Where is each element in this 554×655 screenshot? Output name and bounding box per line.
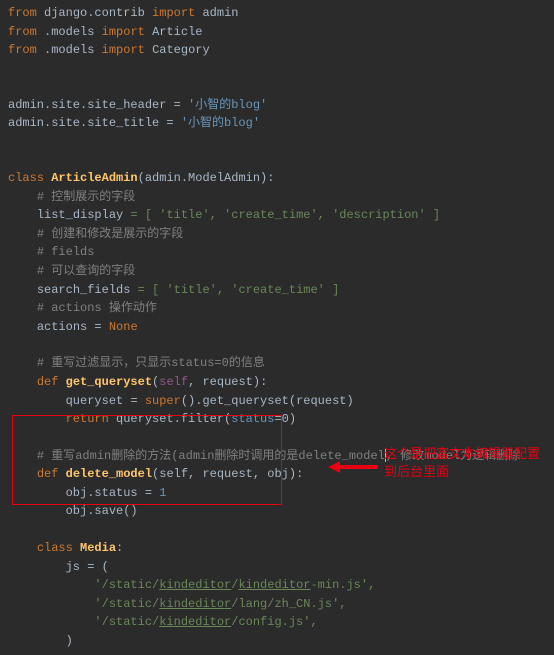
- code-line: # 重写admin删除的方法(admin删除时调用的是delete_model,…: [8, 447, 546, 466]
- code-line: ): [8, 632, 546, 651]
- code-line: obj.save(): [8, 502, 546, 521]
- code-line: admin.site.site_title = '小智的blog': [8, 114, 546, 133]
- blank-line: [8, 151, 546, 169]
- code-line: # 创建和修改是展示的字段: [8, 225, 546, 244]
- blank-line: [8, 133, 546, 151]
- blank-line: [8, 60, 546, 78]
- code-line: class Media:: [8, 539, 546, 558]
- code-line: from django.contrib import admin: [8, 4, 546, 23]
- code-line: '/static/kindeditor/config.js',: [8, 613, 546, 632]
- blank-line: [8, 78, 546, 96]
- code-line: list_display = [ 'title', 'create_time',…: [8, 206, 546, 225]
- code-line: # 控制展示的字段: [8, 188, 546, 207]
- code-line: # 可以查询的字段: [8, 262, 546, 281]
- blank-line: [8, 429, 546, 447]
- code-line: js = (: [8, 558, 546, 577]
- code-line: admin.site.site_header = '小智的blog': [8, 96, 546, 115]
- code-line: # fields: [8, 243, 546, 262]
- blank-line: [8, 336, 546, 354]
- code-line: from .models import Article: [8, 23, 546, 42]
- code-line: # 重写过滤显示，只显示status=0的信息: [8, 354, 546, 373]
- code-line: actions = None: [8, 318, 546, 337]
- code-line: return queryset.filter(status=0): [8, 410, 546, 429]
- code-editor[interactable]: from django.contrib import admin from .m…: [0, 0, 554, 655]
- code-line: from .models import Category: [8, 41, 546, 60]
- blank-line: [8, 521, 546, 539]
- code-line: obj.status = 1: [8, 484, 546, 503]
- code-line: search_fields = [ 'title', 'create_time'…: [8, 281, 546, 300]
- code-line: # actions 操作动作: [8, 299, 546, 318]
- code-line: queryset = supersuper().get_queryset(req…: [8, 392, 546, 411]
- code-line: '/static/kindeditor/kindeditor-min.js',: [8, 576, 546, 595]
- code-line: def delete_model(self, request, obj):: [8, 465, 546, 484]
- code-line: def get_queryset(self, request):: [8, 373, 546, 392]
- code-line: '/static/kindeditor/lang/zh_CN.js',: [8, 595, 546, 614]
- code-line: class ArticleAdmin(admin.ModelAdmin):: [8, 169, 546, 188]
